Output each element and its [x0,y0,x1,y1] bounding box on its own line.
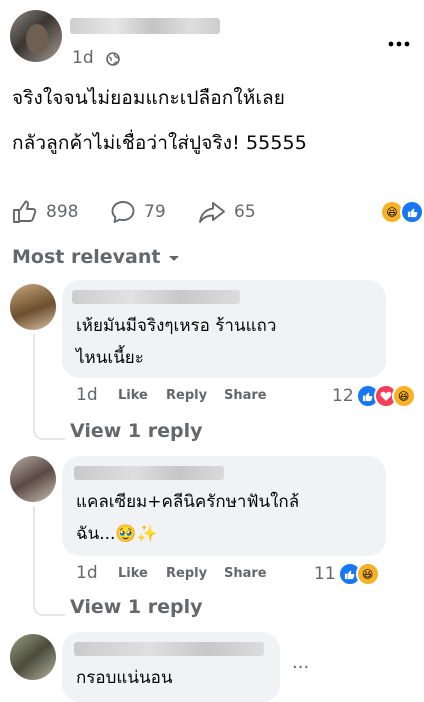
comment-share-button[interactable]: Share [224,566,267,581]
comment-actions: 1d Like Reply Share [76,385,267,405]
sort-dropdown[interactable]: Most relevant [12,246,180,268]
caret-down-icon [169,256,180,261]
comment-like-button[interactable]: Like [118,388,166,403]
haha-reaction-icon: 😆 [355,562,380,586]
comment-text: แคลเซียม+คลีนิครักษาฟันใกล้ ฉัน...🥹✨ [76,486,381,550]
comment-bubble: แคลเซียม+คลีนิครักษาฟันใกล้ ฉัน...🥹✨ [62,456,386,556]
post-time[interactable]: 1d [72,48,94,68]
comment-time[interactable]: 1d [76,563,118,583]
comment-reactions[interactable]: 11 😆 [314,561,380,587]
view-replies-link[interactable]: View 1 reply [70,420,203,442]
comment-author-name[interactable] [74,466,224,480]
like-button[interactable]: 898 [12,200,78,224]
post-text: จริงใจจนไม่ยอมแกะเปลือกให้เลย กลัวลูกค้า… [12,82,417,159]
view-replies-link[interactable]: View 1 reply [70,596,203,618]
comment-bubble-icon [111,201,135,223]
comment-like-button[interactable]: Like [118,566,166,581]
comment-author-name[interactable] [72,290,240,304]
comment-reaction-count: 11 [314,564,336,584]
comment-text-line: ไหนเนี้ยะ [76,348,144,368]
comment-text-line: แคลเซียม+คลีนิครักษาฟันใกล้ [76,492,300,512]
comment-bubble: กรอบแน่นอน [62,632,280,702]
post-author-name[interactable] [70,18,220,34]
comment-reply-button[interactable]: Reply [166,566,224,581]
post-author-avatar[interactable] [10,10,62,62]
share-count: 65 [234,202,256,222]
comment-text: เห้ยมันมีจริงๆเหรอ ร้านแถว ไหนเนี้ยะ [76,310,376,374]
comment-bubble: เห้ยมันมีจริงๆเหรอ ร้านแถว ไหนเนี้ยะ [62,280,386,378]
comment-more-button[interactable]: ... [292,652,309,673]
comment-text-line: ฉัน...🥹✨ [76,524,158,544]
more-horizontal-icon[interactable] [388,32,410,51]
comment-time[interactable]: 1d [76,385,118,405]
sort-label: Most relevant [12,246,161,268]
comment-text-line: กรอบแน่นอน [76,668,173,688]
thread-line [33,506,65,616]
comment-reply-button[interactable]: Reply [166,388,224,403]
like-count: 898 [46,202,79,222]
comment-author-avatar[interactable] [10,456,56,502]
comment-reaction-count: 12 [332,386,354,406]
comment-button[interactable]: 79 [110,200,166,224]
thread-line [33,334,65,440]
comment-count: 79 [144,202,166,222]
like-reaction-icon [400,200,424,224]
comment-share-button[interactable]: Share [224,388,267,403]
comment-author-avatar[interactable] [10,634,56,680]
comment-author-name[interactable] [74,642,264,656]
globe-icon [106,51,120,70]
haha-reaction-icon: 😆 [391,384,416,408]
thumbs-up-icon [13,200,37,223]
share-arrow-icon [199,202,225,223]
comment-text: กรอบแน่นอน [76,662,276,694]
post-text-line: กลัวลูกค้าไม่เชื่อว่าใส่ปูจริง! 55555 [12,132,307,154]
share-button[interactable]: 65 [198,200,256,224]
post-reactions[interactable]: 😆 [380,200,424,226]
post-text-line: จริงใจจนไม่ยอมแกะเปลือกให้เลย [12,87,285,109]
comment-actions: 1d Like Reply Share [76,563,267,583]
comment-text-line: เห้ยมันมีจริงๆเหรอ ร้านแถว [76,316,277,336]
comment-reactions[interactable]: 12 😆 [332,383,416,409]
comment-author-avatar[interactable] [10,284,56,330]
